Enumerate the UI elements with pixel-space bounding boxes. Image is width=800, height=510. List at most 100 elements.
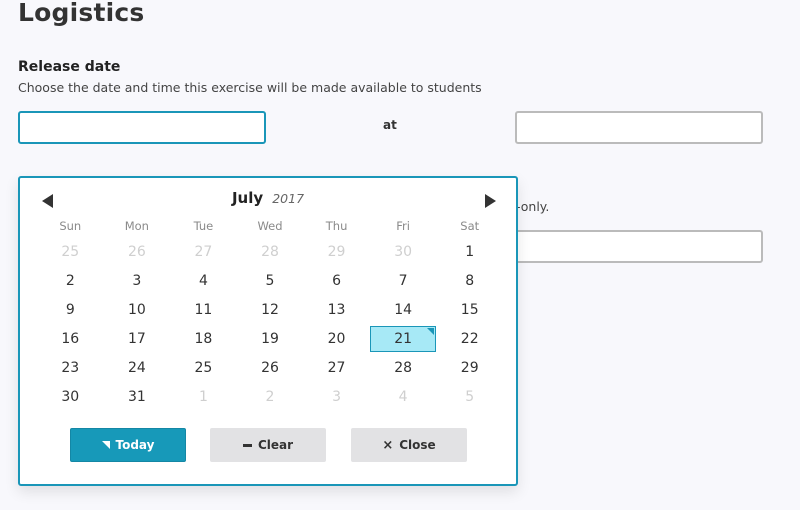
calendar-day-number: 22 [460, 331, 479, 347]
calendar-day-number: 26 [261, 360, 279, 376]
calendar-day[interactable]: 6 [303, 267, 370, 296]
calendar-day[interactable]: 18 [170, 325, 237, 354]
calendar-day[interactable]: 4 [170, 267, 237, 296]
weekday-sat: Sat [460, 219, 480, 233]
calendar-day-number: 19 [261, 331, 279, 347]
calendar-day[interactable]: 7 [370, 267, 437, 296]
calendar-day[interactable]: 22 [436, 325, 503, 354]
release-time-input[interactable] [515, 111, 763, 144]
calendar-day[interactable]: 20 [303, 325, 370, 354]
release-date-input[interactable] [18, 111, 266, 144]
calendar-day-number: 26 [127, 244, 146, 260]
clear-button-label: Clear [257, 438, 294, 452]
today-button-label: Today [115, 438, 155, 452]
calendar-day[interactable]: 17 [104, 325, 171, 354]
calendar-day[interactable]: 16 [37, 325, 104, 354]
calendar-day[interactable]: 10 [104, 296, 171, 325]
calendar-day-number: 6 [332, 273, 342, 289]
calendar-week-row: 9 10 11 12 13 14 15 [37, 296, 503, 325]
calendar-week-row: 2 3 4 5 6 7 8 [37, 267, 503, 296]
calendar-day-number: 21 [394, 331, 413, 347]
calendar-day[interactable]: 3 [303, 383, 370, 412]
minus-icon [242, 443, 252, 447]
calendar-day-number: 30 [394, 244, 413, 260]
calendar-day[interactable]: 30 [370, 238, 437, 267]
calendar-day-number: 27 [327, 360, 346, 376]
calendar-day-number: 4 [398, 389, 408, 405]
page-title: Logistics [18, 0, 145, 27]
close-button[interactable]: × Close [351, 428, 467, 462]
calendar-day-number: 2 [265, 389, 275, 405]
calendar-day[interactable]: 31 [104, 383, 171, 412]
calendar-day[interactable]: 25 [37, 238, 104, 267]
weekday-mon: Mon [124, 219, 149, 233]
calendar-day[interactable]: 14 [370, 296, 437, 325]
calendar-day-number: 5 [265, 273, 275, 289]
calendar-day[interactable]: 28 [370, 354, 437, 383]
calendar-day-number: 28 [394, 360, 413, 376]
calendar-day[interactable]: 27 [170, 238, 237, 267]
calendar-day-number: 24 [127, 360, 146, 376]
calendar-day[interactable]: 25 [170, 354, 237, 383]
calendar-week-row: 16 17 18 19 20 21 22 [37, 325, 503, 354]
weekday-thu: Thu [325, 219, 348, 233]
weekday-header: Sun Mon Tue Wed Thu Fri Sat [37, 219, 503, 233]
year-name: 2017 [272, 191, 305, 206]
calendar-day-number: 23 [61, 360, 80, 376]
calendar-day[interactable]: 19 [237, 325, 304, 354]
calendar-day[interactable]: 13 [303, 296, 370, 325]
month-header[interactable]: July 2017 [20, 188, 516, 207]
calendar-day[interactable]: 12 [237, 296, 304, 325]
calendar-day-number: 29 [327, 244, 346, 260]
calendar-day[interactable]: 11 [170, 296, 237, 325]
calendar-day-number: 16 [61, 331, 80, 347]
calendar-day[interactable]: 3 [104, 267, 171, 296]
calendar-day-number: 14 [394, 302, 413, 318]
calendar-day[interactable]: 27 [303, 354, 370, 383]
calendar-day[interactable]: 4 [370, 383, 437, 412]
calendar-day[interactable]: 5 [436, 383, 503, 412]
calendar-day-number: 25 [194, 360, 213, 376]
calendar-day[interactable]: 9 [37, 296, 104, 325]
weekday-fri: Fri [396, 219, 410, 233]
calendar-day[interactable]: 23 [37, 354, 104, 383]
calendar-day-number: 17 [127, 331, 146, 347]
calendar-day-selected[interactable]: 21 [370, 325, 437, 354]
calendar-day[interactable]: 28 [237, 238, 304, 267]
weekday-sun: Sun [59, 219, 82, 233]
calendar-day[interactable]: 8 [436, 267, 503, 296]
calendar-day-number: 11 [194, 302, 213, 318]
calendar-day[interactable]: 5 [237, 267, 304, 296]
weekday-wed: Wed [257, 219, 283, 233]
today-button[interactable]: Today [70, 428, 186, 462]
calendar-day[interactable]: 1 [170, 383, 237, 412]
calendar-day[interactable]: 2 [237, 383, 304, 412]
calendar-day-number: 18 [194, 331, 213, 347]
calendar-day-number: 29 [460, 360, 479, 376]
calendar-day[interactable]: 29 [436, 354, 503, 383]
calendar-day[interactable]: 26 [104, 238, 171, 267]
calendar-day-number: 8 [465, 273, 475, 289]
triangle-right-icon[interactable] [485, 194, 496, 208]
calendar-week-row: 23 24 25 26 27 28 29 [37, 354, 503, 383]
calendar-day-number: 5 [465, 389, 475, 405]
calendar-day-number: 4 [198, 273, 208, 289]
calendar-day[interactable]: 29 [303, 238, 370, 267]
calendar-day-number: 12 [261, 302, 279, 318]
release-date-help: Choose the date and time this exercise w… [18, 80, 482, 95]
calendar-day[interactable]: 26 [237, 354, 304, 383]
at-label: at [383, 118, 397, 132]
calendar-day-number: 3 [332, 389, 342, 405]
calendar-day[interactable]: 24 [104, 354, 171, 383]
calendar-day-number: 25 [61, 244, 80, 260]
datepicker-popup: July 2017 Sun Mon Tue Wed Thu Fri Sat 25… [18, 176, 518, 486]
calendar-day[interactable]: 2 [37, 267, 104, 296]
clear-button[interactable]: Clear [210, 428, 326, 462]
calendar-day[interactable]: 15 [436, 296, 503, 325]
calendar-day-number: 13 [327, 302, 346, 318]
calendar-day[interactable]: 1 [436, 238, 503, 267]
calendar-day-number: 1 [198, 389, 208, 405]
calendar-week-row: 30 31 1 2 3 4 5 [37, 383, 503, 412]
corner-triangle-icon [101, 441, 110, 449]
calendar-day[interactable]: 30 [37, 383, 104, 412]
